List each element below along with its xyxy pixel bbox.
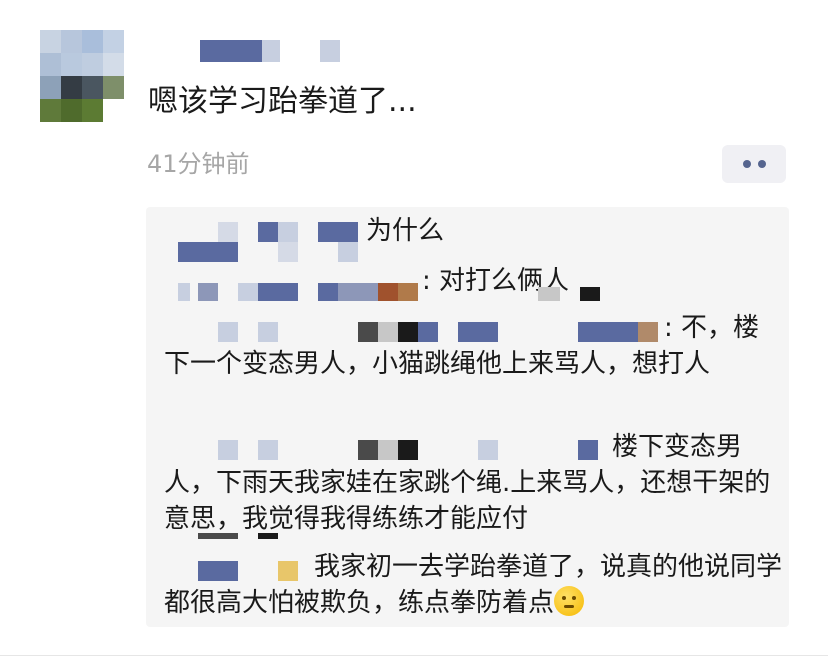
comment-text-content: 我家初一去学跆拳道了，说真的他说同学都很高大怕被欺负，练点拳防着点	[164, 552, 783, 618]
comment-text: 楼下变态男人，下雨天我家娃在家跳个绳.上来骂人，还想干架的意思，我觉得我得练练才…	[164, 432, 771, 534]
thinking-face-icon	[554, 586, 585, 616]
divider	[0, 655, 828, 656]
more-dots-icon	[742, 160, 751, 168]
commenter-name[interactable]	[178, 222, 378, 262]
post-text: 嗯该学习跆拳道了...	[148, 84, 417, 119]
comment-text: : 不，楼下一个变态男人，小猫跳绳他上来骂人，想打人	[164, 313, 760, 379]
more-dots-icon	[757, 160, 766, 168]
blurred-mark	[538, 287, 608, 303]
comment-text: 为什么	[366, 216, 445, 246]
post-time: 41分钟前	[147, 150, 250, 178]
commenter-name[interactable]	[178, 281, 428, 303]
avatar[interactable]	[40, 30, 124, 122]
comment-text: 我家初一去学跆拳道了，说真的他说同学都很高大怕被欺负，练点拳防着点	[164, 549, 784, 621]
more-button[interactable]	[722, 145, 786, 183]
comments-section: 为什么 : 对打么俩人 : 不，楼下一个变态男人，小猫跳绳他上来骂人，想打人 楼…	[146, 207, 789, 627]
